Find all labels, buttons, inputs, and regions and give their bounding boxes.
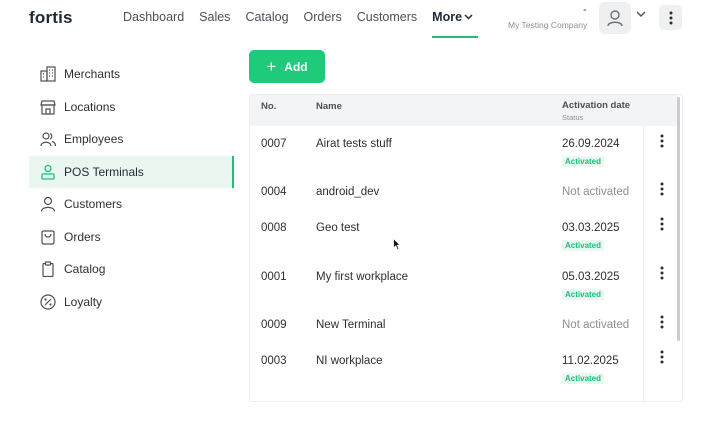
cell-activation-date: 11.02.2025 <box>562 355 619 367</box>
row-menu-icon[interactable] <box>660 315 664 329</box>
company-dash: - <box>583 4 587 16</box>
nav-dashboard[interactable]: Dashboard <box>123 10 184 24</box>
status-badge: Activated <box>562 156 605 167</box>
cell-activation-date: 05.03.2025 <box>562 271 620 283</box>
nav-sales[interactable]: Sales <box>199 10 230 24</box>
sidebar-item-customers[interactable]: Customers <box>29 188 234 221</box>
nav-more-label: More <box>432 10 463 24</box>
header-name[interactable]: Name <box>316 101 342 112</box>
sidebar-item-label: Customers <box>64 197 123 212</box>
row-menu-icon[interactable] <box>660 217 664 231</box>
kebab-icon <box>669 11 672 24</box>
header-more-button[interactable] <box>659 5 682 30</box>
table-header: No. Name Activation date Status <box>250 95 678 126</box>
actions-column-divider <box>643 126 644 401</box>
cell-activation-date: Not activated <box>562 319 630 331</box>
fortis-logo[interactable]: fortis <box>29 8 73 28</box>
user-avatar-icon <box>607 10 623 27</box>
sidebar-item-catalog[interactable]: Catalog <box>29 253 234 286</box>
sidebar-item-label: Employees <box>64 132 124 147</box>
top-header: fortis Dashboard Sales Catalog Orders Cu… <box>0 0 711 44</box>
row-menu-icon[interactable] <box>660 182 664 196</box>
add-button[interactable]: + Add <box>249 50 325 83</box>
sidebar-item-loyalty[interactable]: Loyalty <box>29 286 234 319</box>
user-icon <box>39 195 57 213</box>
nav-orders[interactable]: Orders <box>304 10 342 24</box>
sidebar-item-pos-terminals[interactable]: POS Terminals <box>29 155 234 188</box>
cell-no: 0007 <box>261 138 287 150</box>
table-scrollbar[interactable] <box>677 97 680 341</box>
nav-catalog[interactable]: Catalog <box>245 10 288 24</box>
status-badge: Activated <box>562 289 605 300</box>
cell-no: 0004 <box>261 186 287 198</box>
sidebar: Merchants Locations Employees POS Termin… <box>29 58 234 318</box>
row-menu-icon[interactable] <box>660 266 664 280</box>
bag-icon <box>39 228 57 246</box>
row-menu-icon[interactable] <box>660 134 664 148</box>
cell-name: My first workplace <box>316 271 409 283</box>
header-no[interactable]: No. <box>261 101 276 112</box>
cell-no: 0003 <box>261 355 287 367</box>
cell-activation-date: Not activated <box>562 186 630 198</box>
avatar-button[interactable] <box>599 2 631 34</box>
cell-no: 0008 <box>261 222 287 234</box>
company-name: My Testing Company <box>508 20 588 30</box>
cell-name: Geo test <box>316 222 360 234</box>
chevron-down-icon[interactable] <box>636 11 646 18</box>
cell-name: NI workplace <box>316 355 383 367</box>
users-icon <box>39 130 57 148</box>
cell-name: New Terminal <box>316 319 386 331</box>
terminal-user-icon <box>39 163 57 181</box>
sidebar-item-label: Loyalty <box>64 294 103 309</box>
row-menu-icon[interactable] <box>660 350 664 364</box>
cell-activation-date: 26.09.2024 <box>562 138 620 150</box>
terminals-table: No. Name Activation date Status 0007 Air… <box>249 94 683 402</box>
building-icon <box>39 65 57 83</box>
status-badge: Activated <box>562 240 605 251</box>
sidebar-item-label: POS Terminals <box>64 164 144 179</box>
cell-name: Airat tests stuff <box>316 138 392 150</box>
sidebar-item-label: Orders <box>64 229 101 244</box>
nav-customers[interactable]: Customers <box>357 10 417 24</box>
clipboard-icon <box>39 260 57 278</box>
store-icon <box>39 98 57 116</box>
sidebar-item-label: Merchants <box>64 67 121 82</box>
main-nav: Dashboard Sales Catalog Orders Customers… <box>123 10 488 38</box>
add-button-label: Add <box>284 59 308 74</box>
sidebar-item-orders[interactable]: Orders <box>29 221 234 254</box>
sidebar-item-label: Catalog <box>64 262 106 277</box>
sidebar-item-locations[interactable]: Locations <box>29 91 234 124</box>
chevron-down-icon <box>464 14 473 20</box>
header-activation-date[interactable]: Activation date <box>562 100 630 111</box>
sidebar-item-employees[interactable]: Employees <box>29 123 234 156</box>
status-badge: Activated <box>562 373 605 384</box>
sidebar-item-label: Locations <box>64 99 116 114</box>
percent-icon <box>39 293 57 311</box>
cell-no: 0001 <box>261 271 287 283</box>
header-status: Status <box>562 113 584 122</box>
mouse-cursor-icon <box>393 238 401 251</box>
plus-icon: + <box>266 57 277 76</box>
sidebar-item-merchants[interactable]: Merchants <box>29 58 234 91</box>
nav-more[interactable]: More <box>432 10 478 38</box>
cell-name: android_dev <box>316 186 380 198</box>
cell-no: 0009 <box>261 319 287 331</box>
cell-activation-date: 03.03.2025 <box>562 222 620 234</box>
